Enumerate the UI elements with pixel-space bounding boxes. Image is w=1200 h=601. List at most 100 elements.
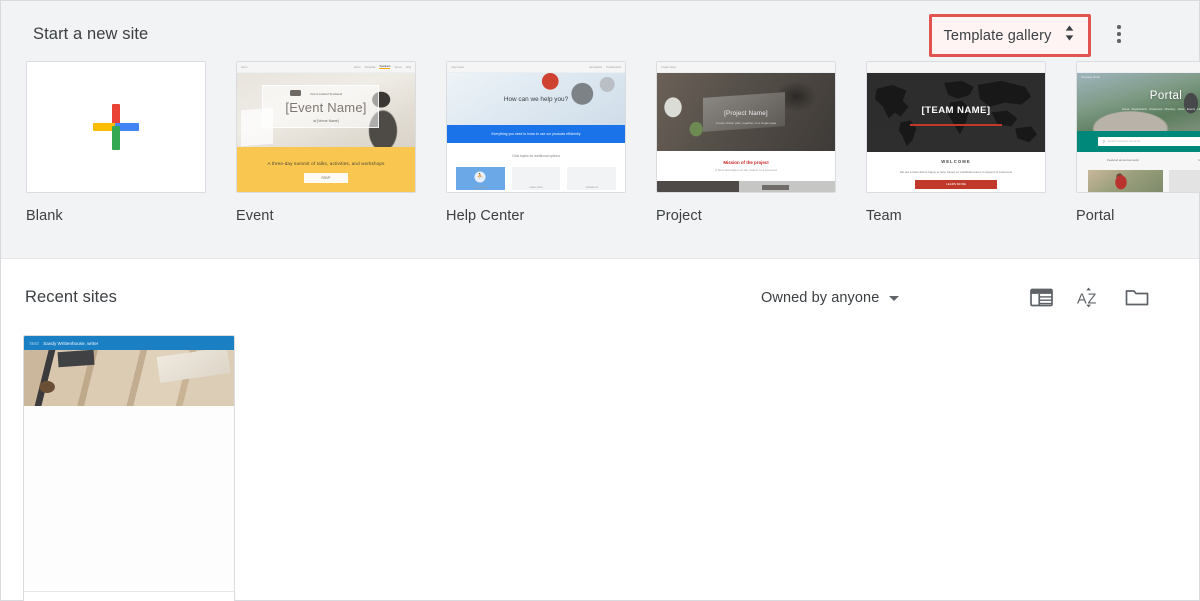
portal-search-band: ⚲ Search company resources <box>1077 131 1200 152</box>
project-bottom-strip <box>657 181 835 193</box>
project-mission-sub: A brief description of the project in a … <box>657 168 835 172</box>
nav-item: Troubleshoot <box>606 66 621 69</box>
chevron-down-icon <box>889 296 899 301</box>
template-card-team[interactable]: [TEAM NAME] WELCOME We are a team that i… <box>866 61 1046 224</box>
preview-browser-bar <box>867 62 1045 73</box>
template-label: Project <box>656 208 836 224</box>
template-label: Blank <box>26 208 206 224</box>
strip-dark <box>657 181 739 193</box>
portal-search-placeholder: Search company resources <box>1108 140 1141 143</box>
help-center-hero-photo: How can we help you? <box>447 73 625 125</box>
svg-text:A: A <box>1077 291 1087 307</box>
template-label: Team <box>866 208 1046 224</box>
project-hero-photo: [Project Name] A team-driven plan, toget… <box>657 73 835 151</box>
team-cta-button: LEARN MORE <box>915 180 997 189</box>
template-label: Portal <box>1076 208 1200 224</box>
portal-preview: Company Portal Portal Home · Departments… <box>1077 62 1200 192</box>
template-card-blank[interactable]: Blank <box>26 61 206 224</box>
portal-tile-placeholder <box>1169 170 1200 192</box>
help-center-headline: How can we help you? <box>447 96 625 103</box>
folder-icon[interactable] <box>1123 283 1151 311</box>
template-gallery-button[interactable]: Template gallery <box>932 17 1088 54</box>
portal-section-head: Featured announcements <box>1088 158 1159 162</box>
template-card-event[interactable]: Event Home Schedule Speakers Venue FAQ <box>236 61 416 224</box>
template-thumb-portal[interactable]: Company Portal Portal Home · Departments… <box>1076 61 1200 193</box>
site-header-name: Sandy Writtenhouse, writer <box>43 341 98 346</box>
portal-headline: Portal <box>1077 90 1200 102</box>
google-sites-home: Start a new site Template gallery <box>0 0 1200 601</box>
preview-site-label: Help Center <box>452 66 465 69</box>
view-toolbar: A Z <box>1027 283 1151 311</box>
help-card-caption: Contact us <box>567 186 616 189</box>
template-card-portal[interactable]: Company Portal Portal Home · Departments… <box>1076 61 1200 224</box>
portal-search-field: ⚲ Search company resources <box>1098 137 1200 146</box>
panel-overflow-menu-button[interactable] <box>1108 23 1130 45</box>
card-divider <box>24 591 234 592</box>
template-label: Help Center <box>446 208 626 224</box>
template-thumb-project[interactable]: Project Name [Project Name] A team-drive… <box>656 61 836 193</box>
project-mission-section: Mission of the project A brief descripti… <box>657 151 835 181</box>
help-center-section-label: Click topics for additional options <box>447 154 625 158</box>
preview-nav: Home Schedule Speakers Venue FAQ <box>354 65 411 69</box>
nav-item: Schedule <box>365 66 376 69</box>
dot <box>1117 32 1121 36</box>
help-card-caption: Learn more <box>512 186 561 189</box>
site-thumbnail: TEST Sandy Writtenhouse, writer <box>24 336 234 591</box>
portal-nav: Home · Departments · Resources · Directo… <box>1088 108 1200 111</box>
search-icon: ⚲ <box>1102 140 1105 144</box>
preview-nav: Get started Troubleshoot <box>589 66 621 69</box>
help-center-card-captions: Get started Learn more Contact us <box>456 186 616 189</box>
portal-tile-photo <box>1088 170 1163 192</box>
template-thumb-event[interactable]: Event Home Schedule Speakers Venue FAQ <box>236 61 416 193</box>
plus-arm-bottom <box>112 126 120 150</box>
list-view-icon[interactable] <box>1027 283 1055 311</box>
site-thumb-photo <box>24 350 234 406</box>
owner-filter-label: Owned by anyone <box>761 290 879 306</box>
event-cta-button: RSVP <box>304 173 348 183</box>
event-banner: A three-day summit of talks, activities,… <box>237 147 415 193</box>
owner-filter-dropdown[interactable]: Owned by anyone <box>761 285 899 311</box>
team-body: WELCOME We are a team that is happy to h… <box>867 152 1045 193</box>
team-welcome-label: WELCOME <box>867 159 1045 164</box>
team-hero-worldmap: [TEAM NAME] <box>867 73 1045 152</box>
template-label: Event <box>236 208 416 224</box>
portal-section-head: Upcoming events <box>1174 158 1200 162</box>
template-gallery-annotation-wrap: Template gallery <box>929 14 1091 57</box>
nav-item-selected: Speakers <box>379 65 390 69</box>
dot <box>1117 25 1121 29</box>
paper-shape <box>157 350 231 383</box>
strip-light <box>739 181 835 193</box>
preview-site-label: Event <box>241 66 247 69</box>
project-preview: Project Name [Project Name] A team-drive… <box>657 62 835 192</box>
site-header-mark: TEST <box>29 341 39 346</box>
site-card[interactable]: TEST Sandy Writtenhouse, writer Sandy Wr… <box>23 335 235 601</box>
portal-body: Featured announcements Upcoming events <box>1077 152 1200 193</box>
team-red-rule <box>910 124 1003 127</box>
event-headline: [Event Name] <box>237 100 415 115</box>
help-card-caption: Get started <box>456 186 505 189</box>
project-headline: [Project Name] <box>657 110 835 117</box>
sort-az-icon[interactable]: A Z <box>1075 283 1103 311</box>
template-thumb-team[interactable]: [TEAM NAME] WELCOME We are a team that i… <box>866 61 1046 193</box>
site-thumb-body <box>24 406 234 591</box>
portal-section-heads: Featured announcements Upcoming events <box>1088 158 1200 162</box>
team-preview: [TEAM NAME] WELCOME We are a team that i… <box>867 62 1045 192</box>
portal-tiles <box>1088 170 1200 192</box>
notebook-shape <box>57 350 94 367</box>
nav-item: FAQ <box>406 66 411 69</box>
template-thumb-blank[interactable] <box>26 61 206 193</box>
help-center-banner: Everything you need to know to use our p… <box>447 125 625 143</box>
preview-browser-bar: Help Center Get started Troubleshoot <box>447 62 625 73</box>
start-new-site-panel: Start a new site Template gallery <box>1 1 1199 258</box>
template-card-help-center[interactable]: Help Center Get started Troubleshoot How… <box>446 61 626 224</box>
event-preview: Event Home Schedule Speakers Venue FAQ <box>237 62 415 192</box>
nav-item: Home <box>354 66 361 69</box>
template-thumb-help-center[interactable]: Help Center Get started Troubleshoot How… <box>446 61 626 193</box>
template-card-project[interactable]: Project Name [Project Name] A team-drive… <box>656 61 836 224</box>
nav-item: Get started <box>589 66 602 69</box>
event-subhead: at [Venue Name] <box>237 119 415 123</box>
panel-title: Start a new site <box>33 25 148 44</box>
portal-logo-label: Company Portal <box>1081 76 1100 79</box>
preview-browser-bar: Project Name <box>657 62 835 73</box>
portal-hero-photo: Company Portal Portal Home · Departments… <box>1077 73 1200 131</box>
